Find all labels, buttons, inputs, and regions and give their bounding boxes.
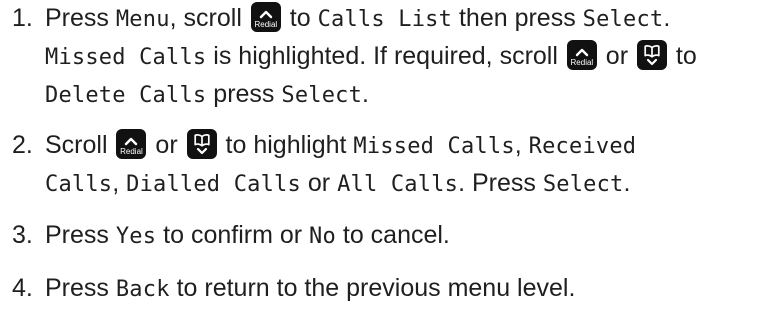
step-1: 1. Press Menu, scroll Redial to Calls Li… [12,0,776,114]
lcd-text-delete-calls: Delete Calls [45,83,207,108]
lcd-text-select: Select [582,7,664,32]
redial-key-label: Redial [120,147,143,156]
phonebook-down-key-icon [636,40,667,70]
phonebook-icon [644,45,660,66]
redial-up-key-icon: Redial [116,129,147,159]
phonebook-down-key-icon [186,129,217,159]
step-4: 4. Press Back to return to the previous … [12,270,776,308]
lcd-text-yes: Yes [115,224,157,249]
step-1-line-2: Missed Calls is highlighted. If required… [45,40,697,70]
step-4-line-1: Press Back to return to the previous men… [45,274,576,302]
step-3-line-1: Press Yes to confirm or No to cancel. [45,221,450,249]
step-3: 3. Press Yes to confirm or No to cancel. [12,217,776,255]
lcd-text-received: Received [528,134,637,159]
lcd-text-select: Select [542,172,624,197]
step-number: 4. [12,274,33,302]
lcd-text-missed-calls: Missed Calls [353,134,515,159]
step-1-line-1: Press Menu, scroll Redial to Calls List … [45,2,671,32]
instruction-steps: 1. Press Menu, scroll Redial to Calls Li… [12,0,776,308]
lcd-text-all-calls: All Calls [337,172,459,197]
redial-up-key-icon: Redial [566,40,597,70]
lcd-text-no: No [309,224,336,249]
lcd-text-back: Back [115,277,170,302]
lcd-text-menu: Menu [115,7,170,32]
phonebook-icon [193,134,210,155]
lcd-text-select: Select [281,83,363,108]
step-2-line-2: Calls, Dialled Calls or All Calls. Press… [45,169,631,197]
lcd-text-dialled-calls: Dialled Calls [126,172,301,197]
step-number: 2. [12,131,33,159]
step-number: 3. [12,221,33,249]
step-number: 1. [12,4,33,32]
lcd-text-calls-list: Calls List [317,7,453,32]
lcd-text-missed-calls: Missed Calls [45,45,207,70]
redial-up-key-icon: Redial [250,2,281,32]
step-2: 2. Scroll Redial or to highlight Missed … [12,127,776,203]
step-2-line-1: Scroll Redial or to highlight Missed Cal… [45,129,637,159]
step-1-line-3: Delete Calls press Select. [45,80,369,108]
lcd-text-calls: Calls [45,172,113,197]
redial-key-label: Redial [254,20,278,29]
redial-key-label: Redial [570,58,594,67]
